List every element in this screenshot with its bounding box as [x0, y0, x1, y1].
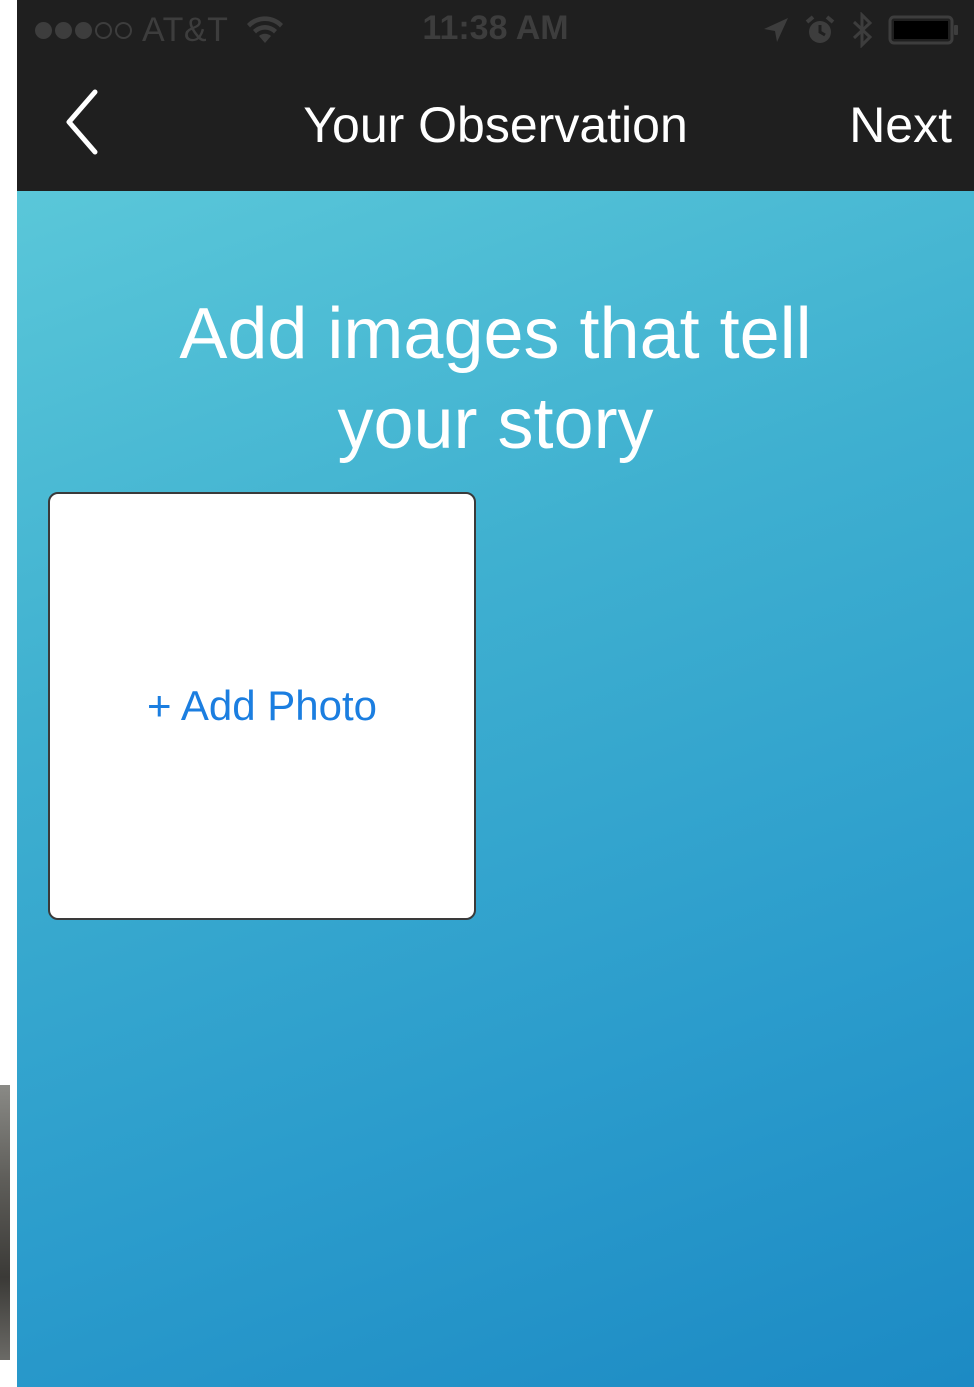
headline: Add images that tell your story	[179, 294, 812, 464]
add-photo-label: + Add Photo	[146, 682, 378, 729]
location-arrow-icon	[764, 18, 788, 42]
status-icons	[762, 10, 960, 50]
next-button[interactable]: Next	[849, 96, 952, 154]
phone-screen: AT&T 11:38 AM Your Observation Next Add …	[17, 0, 974, 1387]
add-photo-button[interactable]: + Add Photo	[48, 492, 476, 920]
navigation-bar: Your Observation Next	[17, 62, 974, 191]
background-photo-fragment	[0, 1085, 10, 1360]
alarm-clock-icon	[805, 15, 835, 43]
main-content: Add images that tell your story + Add Ph…	[17, 191, 974, 1387]
battery-icon	[888, 15, 958, 45]
page-title: Your Observation	[303, 97, 688, 153]
status-bar: AT&T 11:38 AM	[17, 0, 974, 62]
bluetooth-icon	[852, 12, 873, 48]
left-edge-strip	[0, 0, 17, 1387]
